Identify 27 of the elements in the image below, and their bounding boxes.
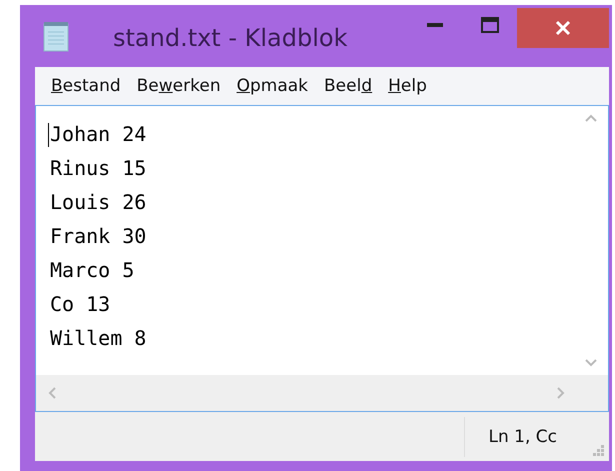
scroll-up-icon[interactable]	[584, 114, 596, 122]
close-icon	[555, 20, 571, 36]
window-title: stand.txt - Kladblok	[113, 24, 348, 52]
notepad-icon	[41, 21, 71, 53]
resize-grip-icon[interactable]	[593, 445, 605, 457]
text-line: Co 13	[50, 291, 110, 318]
horizontal-scrollbar[interactable]	[36, 375, 608, 411]
menu-item[interactable]: Bestand	[43, 76, 129, 96]
text-line: Johan 24	[50, 121, 146, 148]
text-line: Willem 8	[50, 325, 146, 352]
scroll-left-icon[interactable]	[48, 387, 56, 399]
menu-item[interactable]: Bewerken	[128, 76, 229, 96]
cursor-position: Ln 1, Cc	[488, 426, 557, 446]
menu-item[interactable]: Help	[380, 76, 435, 96]
text-cursor	[48, 123, 49, 147]
text-line: Louis 26	[50, 189, 146, 216]
close-button[interactable]	[517, 8, 609, 48]
text-area[interactable]: Johan 24 Rinus 15 Louis 26 Frank 30 Marco 5 Co 13 Willem 8	[35, 105, 609, 412]
text-line: Marco 5	[50, 257, 134, 284]
menu-item[interactable]: Beeld	[316, 76, 380, 96]
menu-item[interactable]: Opmaak	[228, 76, 316, 96]
scroll-down-icon[interactable]	[584, 359, 596, 367]
text-line: Rinus 15	[50, 155, 146, 182]
text-line: Frank 30	[50, 223, 146, 250]
scroll-right-icon[interactable]	[557, 387, 565, 399]
maximize-icon	[480, 17, 498, 33]
minimize-icon	[426, 23, 442, 27]
